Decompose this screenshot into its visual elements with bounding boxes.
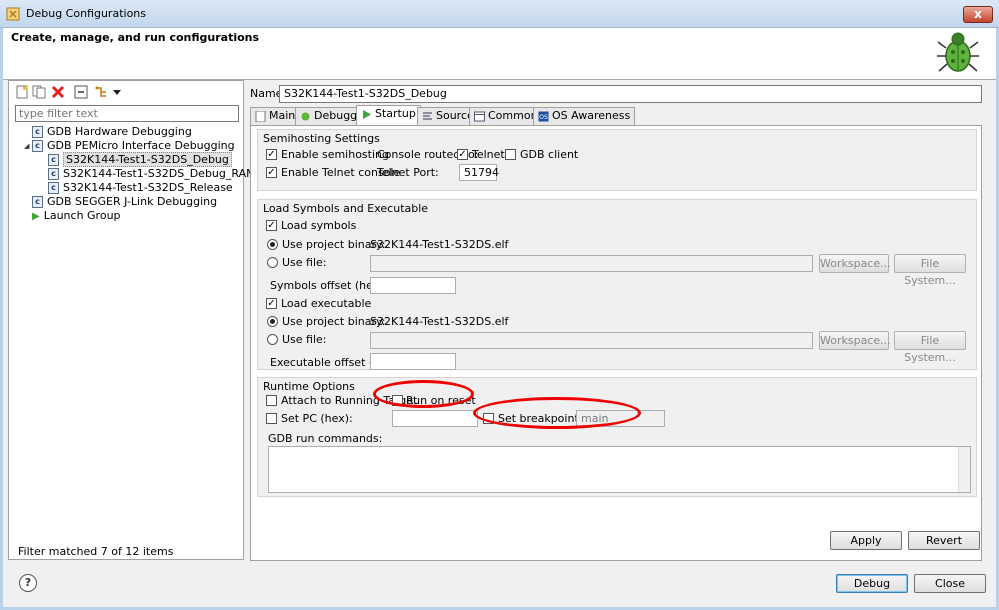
symbols-workspace-button[interactable]: Workspace... — [819, 254, 891, 273]
dialog-heading: Create, manage, and run configurations — [11, 31, 260, 44]
tree-item-gdb-segger[interactable]: c GDB SEGGER J-Link Debugging — [24, 195, 217, 209]
startup-tab-icon — [363, 109, 371, 119]
gdb-client-checkbox[interactable] — [505, 149, 516, 160]
set-pc-input[interactable] — [392, 410, 478, 427]
group-title: Load Symbols and Executable — [263, 202, 429, 215]
load-symbols-checkbox[interactable] — [266, 220, 277, 231]
telnet-port-label: Telnet Port: — [377, 166, 439, 179]
telnet-label: Telnet — [472, 148, 505, 161]
exe-use-file-label: Use file: — [282, 333, 327, 346]
delete-icon[interactable] — [51, 85, 65, 99]
main-tab-icon — [255, 110, 266, 122]
set-pc-checkbox[interactable] — [266, 413, 277, 424]
gdb-run-commands-textarea[interactable] — [268, 446, 971, 493]
source-tab-icon — [423, 111, 432, 120]
symbols-use-file-label: Use file: — [282, 256, 327, 269]
c-config-icon: c — [48, 168, 59, 180]
symbols-offset-input[interactable] — [370, 277, 456, 294]
tab-common[interactable]: Common — [469, 107, 543, 125]
exe-use-file-radio[interactable] — [267, 334, 278, 345]
collapse-all-icon[interactable] — [74, 85, 88, 99]
group-title: Runtime Options — [263, 380, 355, 393]
gdb-run-commands-label: GDB run commands: — [268, 432, 383, 445]
load-executable-checkbox[interactable] — [266, 298, 277, 309]
load-symbols-group: Load Symbols and Executable Load symbols… — [257, 199, 977, 370]
load-executable-label: Load executable — [281, 297, 372, 310]
enable-semihosting-checkbox[interactable] — [266, 149, 277, 160]
filter-status-text: Filter matched 7 of 12 items — [18, 545, 174, 558]
svg-text:OS: OS — [539, 114, 548, 121]
run-on-reset-checkbox[interactable] — [392, 395, 403, 406]
set-breakpoint-checkbox[interactable] — [483, 413, 494, 424]
tree-item-launch-group[interactable]: ▶ Launch Group — [24, 209, 121, 223]
breakpoint-location-input[interactable]: main — [576, 410, 665, 427]
tree-item-gdb-hardware[interactable]: c GDB Hardware Debugging — [24, 125, 192, 139]
tab-main[interactable]: Main — [250, 107, 301, 125]
telnet-checkbox[interactable] — [457, 149, 468, 160]
symbols-file-system-button[interactable]: File System... — [894, 254, 966, 287]
common-tab-icon — [474, 111, 485, 121]
symbols-use-project-binary-radio[interactable] — [267, 239, 278, 250]
debug-button[interactable]: Debug — [836, 574, 908, 593]
symbols-use-file-radio[interactable] — [267, 257, 278, 268]
exe-file-input[interactable] — [370, 332, 813, 349]
load-symbols-label: Load symbols — [281, 219, 357, 232]
name-input[interactable]: S32K144-Test1-S32DS_Debug — [279, 85, 982, 103]
executable-offset-input[interactable] — [370, 353, 456, 370]
tab-os-awareness[interactable]: OS OS Awareness — [533, 107, 636, 125]
debugger-tab-icon — [301, 112, 310, 120]
runtime-options-group: Runtime Options Attach to Running Target… — [257, 377, 977, 497]
duplicate-icon[interactable] — [32, 85, 46, 99]
attach-running-target-checkbox[interactable] — [266, 395, 277, 406]
startup-tab-panel: Semihosting Settings Enable semihosting … — [250, 125, 982, 561]
exe-use-project-binary-radio[interactable] — [267, 316, 278, 327]
tree-item-s32k144-debug-ram[interactable]: c S32K144-Test1-S32DS_Debug_RAM — [48, 167, 256, 181]
filter-input[interactable] — [15, 105, 239, 122]
enable-telnet-console-checkbox[interactable] — [266, 167, 277, 178]
gdb-client-label: GDB client — [520, 148, 579, 161]
configuration-editor: Name: S32K144-Test1-S32DS_Debug Main Deb… — [245, 80, 996, 561]
c-config-icon: c — [32, 126, 43, 138]
configuration-tree-pane: cGDB Hardware Debugging ◢cGDB PEMicro In… — [8, 80, 256, 560]
tab-startup[interactable]: Startup — [356, 105, 421, 126]
apply-button[interactable]: Apply — [830, 531, 902, 550]
run-on-reset-label: Run on reset — [406, 394, 476, 407]
bug-icon — [937, 32, 979, 72]
close-window-button[interactable]: x — [963, 6, 993, 23]
tree-item-gdb-pemicro[interactable]: ◢ c GDB PEMicro Interface Debugging — [24, 139, 235, 153]
exe-file-system-button[interactable]: File System... — [894, 331, 966, 364]
symbols-file-input[interactable] — [370, 255, 813, 272]
telnet-port-input[interactable]: 51794 — [459, 164, 499, 181]
filter-icon[interactable] — [94, 85, 108, 99]
debug-app-icon — [6, 7, 20, 21]
close-button[interactable]: Close — [914, 574, 986, 593]
symbols-project-binary-value: S32K144-Test1-S32DS.elf — [370, 238, 509, 251]
exe-project-binary-value: S32K144-Test1-S32DS.elf — [370, 315, 509, 328]
dialog-content: cGDB Hardware Debugging ◢cGDB PEMicro In… — [3, 80, 996, 607]
tree-item-s32k144-debug[interactable]: c S32K144-Test1-S32DS_Debug — [48, 152, 232, 167]
help-icon[interactable]: ? — [19, 574, 37, 592]
c-config-icon: c — [48, 154, 59, 166]
title-bar: Debug Configurations x — [0, 0, 999, 28]
expanded-triangle-icon[interactable]: ◢ — [24, 139, 32, 153]
c-config-icon: c — [32, 140, 43, 152]
enable-semihosting-label: Enable semihosting — [281, 148, 389, 161]
run-commands-scrollbar[interactable] — [958, 447, 970, 492]
c-config-icon: c — [48, 182, 59, 194]
window-title: Debug Configurations — [26, 7, 147, 20]
revert-button[interactable]: Revert — [908, 531, 980, 550]
tree-item-s32k144-release[interactable]: c S32K144-Test1-S32DS_Release — [48, 181, 233, 195]
exe-workspace-button[interactable]: Workspace... — [819, 331, 891, 350]
semihosting-group: Semihosting Settings Enable semihosting … — [257, 129, 977, 191]
launch-play-icon: ▶ — [32, 211, 40, 222]
dropdown-arrow-icon[interactable] — [110, 85, 124, 99]
dialog-header: Create, manage, and run configurations — [3, 28, 996, 80]
c-config-icon: c — [32, 196, 43, 208]
set-pc-label: Set PC (hex): — [281, 412, 353, 425]
os-awareness-tab-icon: OS — [538, 111, 549, 121]
new-configuration-icon[interactable] — [15, 85, 29, 99]
group-title: Semihosting Settings — [263, 132, 380, 145]
